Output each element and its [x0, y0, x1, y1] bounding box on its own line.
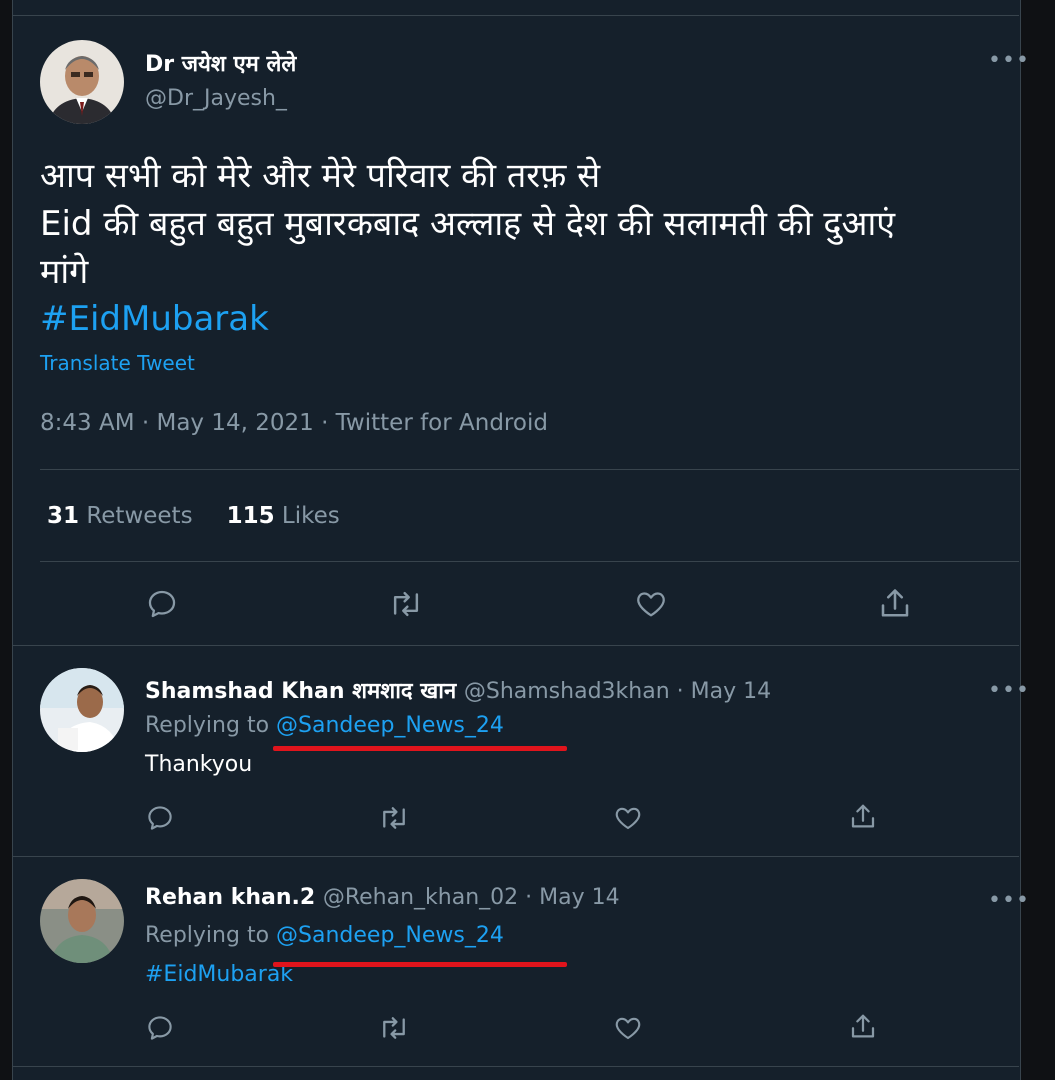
- tweet-timestamp[interactable]: 8:43 AM · May 14, 2021 · Twitter for And…: [40, 410, 548, 436]
- replying-prefix: Replying to: [145, 713, 270, 738]
- reply-icon[interactable]: [145, 1013, 175, 1043]
- reply-text: Thankyou: [145, 752, 253, 777]
- reply-handle-date[interactable]: @Shamshad3khan · May 14: [464, 679, 771, 704]
- reply-author-name[interactable]: Rehan khan.2: [145, 885, 315, 910]
- replying-to: Replying to @Sandeep_News_24: [145, 923, 504, 948]
- reply-hashtag[interactable]: #EidMubarak: [145, 962, 293, 987]
- tweet-text-line: मांगे: [40, 252, 89, 292]
- retweets-count: 31: [47, 503, 80, 529]
- like-icon[interactable]: [613, 1013, 643, 1043]
- reply-author-name[interactable]: Shamshad Khan शमशाद खान: [145, 679, 456, 704]
- tweet-stats: 31 Retweets 115 Likes: [47, 503, 340, 529]
- share-icon[interactable]: [848, 1011, 878, 1043]
- translate-tweet-link[interactable]: Translate Tweet: [40, 351, 195, 375]
- likes-label: Likes: [281, 503, 340, 529]
- more-icon[interactable]: •••: [988, 890, 1030, 912]
- replying-prefix: Replying to: [145, 923, 270, 948]
- retweet-icon[interactable]: [377, 1013, 411, 1043]
- replying-mention[interactable]: @Sandeep_News_24: [276, 923, 504, 948]
- tweet-hashtag[interactable]: #EidMubarak: [40, 299, 269, 339]
- reply-icon[interactable]: [145, 587, 179, 621]
- share-icon[interactable]: [877, 585, 913, 623]
- reply-icon[interactable]: [145, 803, 175, 833]
- like-icon[interactable]: [613, 803, 643, 833]
- like-icon[interactable]: [633, 587, 669, 621]
- divider: [12, 1066, 1019, 1067]
- retweet-icon[interactable]: [387, 587, 425, 621]
- divider: [12, 645, 1019, 646]
- tweet-text: आप सभी को मेरे और मेरे परिवार की तरफ़ से…: [40, 152, 1020, 296]
- reply-handle-date[interactable]: @Rehan_khan_02 · May 14: [323, 885, 620, 910]
- red-annotation-underline: [273, 746, 567, 751]
- retweets-label: Retweets: [86, 503, 193, 529]
- replying-mention[interactable]: @Sandeep_News_24: [276, 713, 504, 738]
- retweet-icon[interactable]: [377, 803, 411, 833]
- right-gutter: [1020, 0, 1055, 1080]
- more-icon[interactable]: •••: [988, 50, 1030, 72]
- tweet-text-line: Eid की बहुत बहुत मुबारकबाद अल्लाह से देश…: [40, 204, 896, 244]
- reply-author-line[interactable]: Shamshad Khan शमशाद खान @Shamshad3khan ·…: [145, 675, 771, 705]
- divider: [12, 856, 1019, 857]
- divider: [40, 469, 1019, 470]
- author-handle[interactable]: @Dr_Jayesh_: [145, 86, 287, 111]
- reply-author-line[interactable]: Rehan khan.2 @Rehan_khan_02 · May 14: [145, 885, 620, 910]
- top-divider: [12, 15, 1019, 16]
- divider: [40, 561, 1019, 562]
- likes-count: 115: [226, 503, 275, 529]
- share-icon[interactable]: [848, 801, 878, 833]
- replying-to: Replying to @Sandeep_News_24: [145, 713, 504, 738]
- reply-avatar[interactable]: [40, 668, 124, 752]
- reply-avatar[interactable]: [40, 879, 124, 963]
- tweet-text-line: आप सभी को मेरे और मेरे परिवार की तरफ़ से: [40, 156, 601, 196]
- retweets-stat[interactable]: 31 Retweets: [47, 503, 193, 529]
- left-gutter: [0, 0, 12, 1080]
- author-name[interactable]: Dr जयेश एम लेले: [145, 48, 296, 78]
- likes-stat[interactable]: 115 Likes: [227, 503, 340, 529]
- author-avatar[interactable]: [40, 40, 124, 124]
- more-icon[interactable]: •••: [988, 680, 1030, 702]
- red-annotation-underline: [273, 962, 567, 967]
